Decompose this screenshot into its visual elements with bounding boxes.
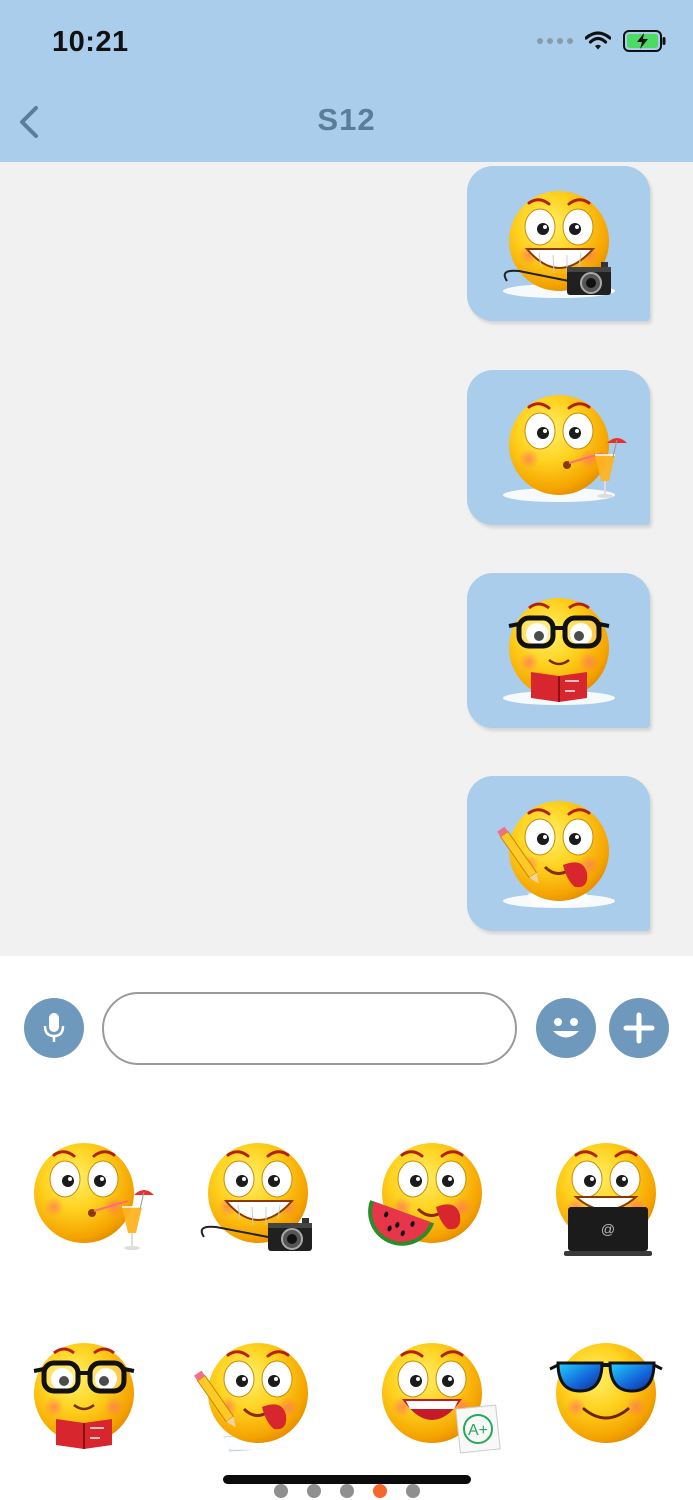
microphone-icon — [43, 1013, 65, 1042]
page-dot-active[interactable] — [372, 1484, 387, 1498]
sticker-cell[interactable] — [186, 1128, 336, 1268]
header-bar: 10:21 S12 — [0, 0, 693, 162]
emoji-drink-cocktail-sticker — [28, 1143, 155, 1251]
microphone-button[interactable] — [24, 998, 84, 1058]
page-dot[interactable] — [306, 1484, 321, 1498]
add-button[interactable] — [609, 998, 669, 1058]
sticker-grid: @ A+ — [0, 1110, 693, 1500]
emoji-grin-camera-sticker — [502, 190, 615, 298]
sticker-cell[interactable] — [186, 1328, 336, 1468]
sticker-message[interactable] — [467, 370, 650, 525]
emoji-nerd-reading-book-sticker — [502, 597, 615, 705]
sticker-cell[interactable] — [360, 1128, 510, 1268]
plus-icon — [623, 1012, 655, 1044]
signal-dots-icon — [537, 38, 573, 44]
page-dot[interactable] — [339, 1484, 354, 1498]
home-indicator — [223, 1475, 471, 1484]
page-dot[interactable] — [273, 1484, 288, 1498]
sticker-message[interactable] — [467, 573, 650, 728]
wifi-icon — [585, 31, 611, 50]
emoji-nerd-reading-book-sticker — [28, 1343, 140, 1450]
emoji-grin-laptop-sticker: @ — [550, 1143, 662, 1256]
sticker-message[interactable] — [467, 166, 650, 321]
sticker-cell[interactable]: A+ — [360, 1328, 510, 1468]
emoji-writing-pencil-tongue-sticker — [496, 800, 615, 908]
sticker-cell[interactable] — [534, 1328, 684, 1468]
smiley-icon — [553, 1018, 579, 1038]
emoji-sunglasses-smile-sticker — [548, 1343, 664, 1450]
status-icons — [537, 30, 667, 52]
battery-charging-icon — [623, 30, 666, 52]
sticker-cell[interactable] — [12, 1128, 162, 1268]
emoji-button[interactable] — [536, 998, 596, 1058]
emoji-writing-pencil-tongue-sticker — [193, 1343, 314, 1452]
sticker-message[interactable] — [467, 776, 650, 931]
emoji-watermelon-tongue-sticker — [360, 1143, 488, 1256]
message-composer — [0, 956, 693, 1096]
message-input[interactable] — [102, 992, 517, 1065]
page-indicator[interactable] — [0, 1484, 693, 1498]
sticker-cell[interactable]: @ — [534, 1128, 684, 1268]
status-time: 10:21 — [52, 26, 129, 58]
emoji-grin-camera-sticker — [200, 1143, 314, 1252]
grade-a-plus-label: A+ — [468, 1422, 488, 1439]
sticker-cell[interactable] — [12, 1328, 162, 1468]
emoji-laugh-grade-a-plus-sticker: A+ — [376, 1343, 501, 1454]
message-list[interactable] — [0, 162, 693, 956]
chat-title: S12 — [317, 102, 376, 137]
page-dot[interactable] — [405, 1484, 420, 1498]
emoji-drink-cocktail-sticker — [502, 394, 628, 502]
laptop-at-symbol: @ — [601, 1221, 615, 1237]
